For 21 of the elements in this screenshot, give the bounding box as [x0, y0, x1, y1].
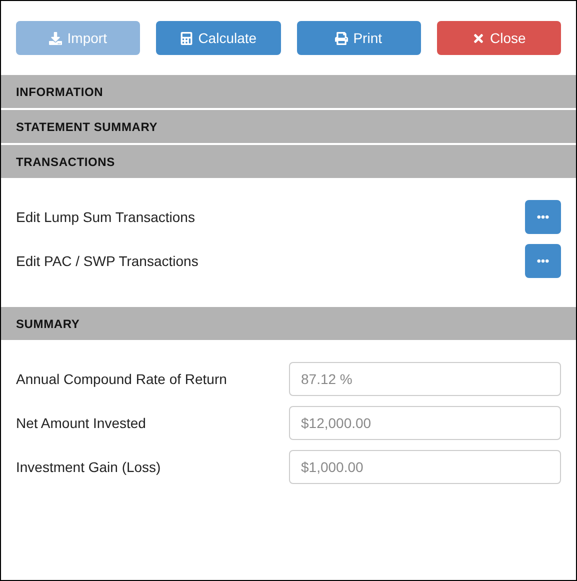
more-button[interactable] — [525, 244, 561, 278]
download-icon — [49, 32, 62, 44]
printer-icon — [335, 32, 348, 44]
field-label: Annual Compound Rate of Return — [16, 371, 227, 387]
row-label: Edit Lump Sum Transactions — [16, 209, 195, 225]
section-header[interactable]: STATEMENT SUMMARY — [1, 110, 576, 143]
field-label: Net Amount Invested — [16, 415, 146, 431]
more-button[interactable] — [525, 200, 561, 234]
field-label: Investment Gain (Loss) — [16, 459, 161, 475]
toolbar-button[interactable]: Print — [296, 21, 421, 55]
close-icon — [472, 32, 485, 44]
toolbar-button[interactable]: Calculate — [156, 21, 280, 55]
calculator-icon — [180, 32, 194, 44]
close-button[interactable]: Close — [436, 21, 561, 55]
input-field[interactable]: $1,000.00 — [289, 450, 561, 484]
section-header[interactable]: SUMMARY — [1, 307, 576, 340]
section-header[interactable]: TRANSACTIONS — [1, 145, 576, 178]
input-field[interactable]: 87.12 % — [289, 362, 561, 396]
row-label: Edit PAC / SWP Transactions — [16, 253, 198, 269]
input-field[interactable]: $12,000.00 — [289, 406, 561, 440]
section-header[interactable]: INFORMATION — [1, 75, 576, 108]
